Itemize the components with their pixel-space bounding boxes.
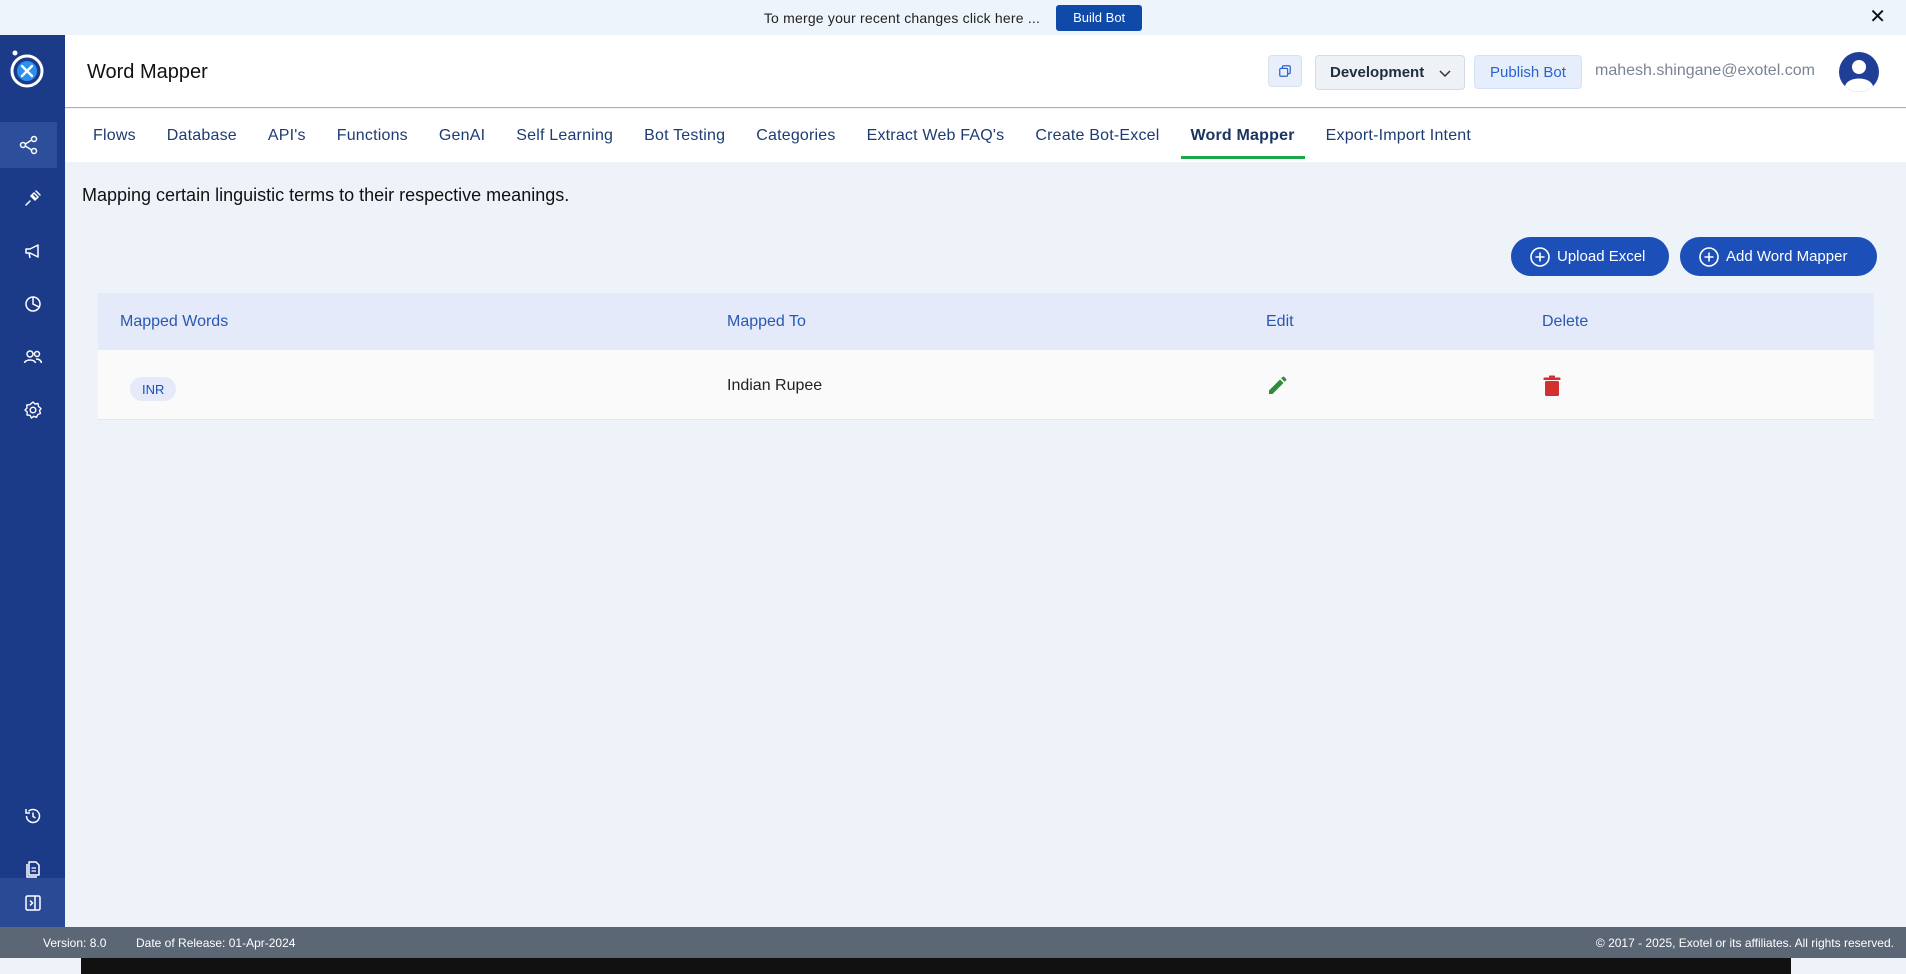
table-row: INR Indian Rupee bbox=[98, 350, 1874, 420]
header-delete: Delete bbox=[1542, 312, 1589, 330]
user-email: mahesh.shingane@exotel.com bbox=[1595, 62, 1815, 79]
release-date-text: Date of Release: 01-Apr-2024 bbox=[136, 936, 296, 950]
sidebar-item-flows[interactable] bbox=[0, 122, 57, 168]
tab-create-bot-excel[interactable]: Create Bot-Excel bbox=[1025, 109, 1169, 162]
tab-extract-web-faqs[interactable]: Extract Web FAQ's bbox=[857, 109, 1015, 162]
publish-bot-button[interactable]: Publish Bot bbox=[1474, 55, 1582, 89]
edit-icon[interactable] bbox=[1266, 375, 1288, 397]
page-title: Word Mapper bbox=[87, 61, 208, 83]
history-icon bbox=[24, 808, 40, 824]
sidebar-item-users[interactable] bbox=[0, 334, 65, 380]
version-text: Version: 8.0 bbox=[43, 936, 107, 950]
collapse-icon bbox=[24, 894, 41, 911]
documents-icon bbox=[25, 861, 40, 878]
analytics-icon bbox=[24, 296, 41, 312]
upload-excel-label: Upload Excel bbox=[1557, 248, 1646, 265]
header: Word Mapper Development Publish Bot mahe… bbox=[65, 35, 1906, 108]
tab-word-mapper[interactable]: Word Mapper bbox=[1180, 109, 1305, 162]
footer: Version: 8.0 Date of Release: 01-Apr-202… bbox=[0, 927, 1906, 958]
app-root: To merge your recent changes click here … bbox=[0, 0, 1906, 974]
plus-circle-icon bbox=[1699, 246, 1719, 267]
add-word-mapper-button[interactable]: Add Word Mapper bbox=[1680, 237, 1877, 276]
sidebar-item-analytics[interactable] bbox=[0, 281, 65, 327]
merge-banner: To merge your recent changes click here … bbox=[0, 0, 1906, 35]
sidebar-item-settings[interactable] bbox=[0, 387, 65, 433]
upload-excel-button[interactable]: Upload Excel bbox=[1511, 237, 1669, 276]
header-edit: Edit bbox=[1266, 312, 1294, 330]
header-mapped-words: Mapped Words bbox=[120, 312, 229, 330]
environment-value: Development bbox=[1330, 64, 1425, 81]
avatar[interactable] bbox=[1839, 52, 1879, 92]
copyright-text: © 2017 - 2025, Exotel or its affiliates.… bbox=[1595, 936, 1894, 950]
tab-categories[interactable]: Categories bbox=[746, 109, 845, 162]
sidebar-item-integrations[interactable] bbox=[0, 175, 65, 221]
tab-export-import-intent[interactable]: Export-Import Intent bbox=[1316, 109, 1481, 162]
copy-icon bbox=[1279, 65, 1291, 77]
plus-circle-icon bbox=[1530, 246, 1550, 267]
sidebar bbox=[0, 35, 65, 927]
plug-icon bbox=[24, 190, 41, 206]
sidebar-item-history[interactable] bbox=[0, 793, 65, 839]
page-description: Mapping certain linguistic terms to thei… bbox=[82, 185, 570, 205]
tab-functions[interactable]: Functions bbox=[327, 109, 418, 162]
add-word-mapper-label: Add Word Mapper bbox=[1726, 248, 1848, 265]
build-bot-button[interactable]: Build Bot bbox=[1056, 4, 1143, 31]
logo-icon[interactable] bbox=[9, 47, 47, 91]
tab-genai[interactable]: GenAI bbox=[429, 109, 495, 162]
sidebar-collapse-button[interactable] bbox=[0, 878, 65, 927]
close-icon[interactable]: ✕ bbox=[1869, 7, 1886, 27]
tab-apis[interactable]: API's bbox=[258, 109, 316, 162]
user-icon bbox=[1845, 60, 1873, 92]
delete-icon[interactable] bbox=[1542, 375, 1562, 397]
copy-button[interactable] bbox=[1268, 55, 1302, 87]
tab-flows[interactable]: Flows bbox=[83, 109, 146, 162]
flow-icon bbox=[19, 135, 37, 155]
users-icon bbox=[23, 350, 42, 364]
settings-icon bbox=[23, 401, 42, 419]
mapped-word-chip: INR bbox=[130, 377, 177, 401]
tab-bar: Flows Database API's Functions GenAI Sel… bbox=[65, 109, 1906, 162]
sidebar-item-campaigns[interactable] bbox=[0, 228, 65, 274]
tab-self-learning[interactable]: Self Learning bbox=[506, 109, 623, 162]
bottom-bar bbox=[81, 958, 1791, 974]
word-mapper-table: Mapped Words Mapped To Edit Delete INR I… bbox=[98, 293, 1874, 420]
chevron-down-icon bbox=[1439, 70, 1451, 78]
banner-message: To merge your recent changes click here … bbox=[763, 9, 1041, 26]
environment-select[interactable]: Development bbox=[1315, 55, 1465, 90]
tab-database[interactable]: Database bbox=[157, 109, 247, 162]
mapped-to-value: Indian Rupee bbox=[727, 377, 823, 394]
header-mapped-to: Mapped To bbox=[727, 312, 806, 330]
tab-bot-testing[interactable]: Bot Testing bbox=[634, 109, 735, 162]
table-header: Mapped Words Mapped To Edit Delete bbox=[98, 293, 1874, 350]
megaphone-icon bbox=[24, 244, 39, 259]
